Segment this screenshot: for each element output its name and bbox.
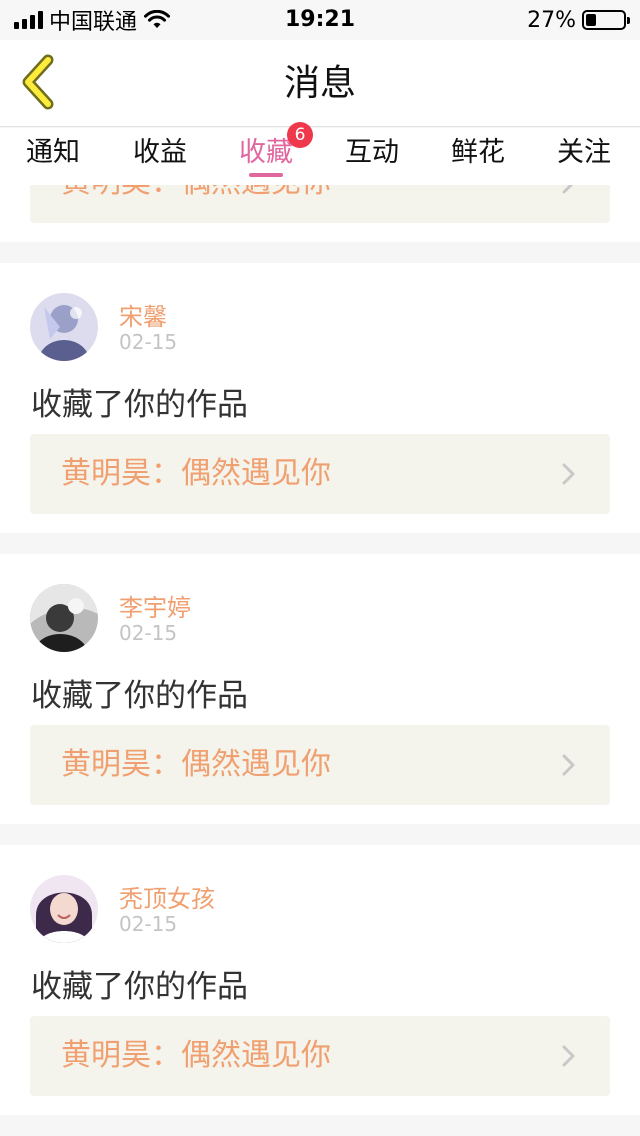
avatar-image: [30, 293, 98, 361]
tab-follows[interactable]: 关注: [539, 128, 629, 185]
user-name[interactable]: 秃顶女孩: [119, 879, 215, 914]
user-name[interactable]: 宋馨: [119, 297, 167, 332]
avatar[interactable]: [30, 293, 98, 361]
message-action: 收藏了你的作品: [31, 678, 248, 714]
battery-icon: [582, 10, 630, 30]
battery-percent: 27%: [527, 7, 576, 33]
work-link-text: 黄明昊：偶然遇见你: [61, 747, 331, 782]
avatar-image: [30, 875, 98, 943]
chevron-right-icon: [562, 185, 574, 194]
tab-label: 鲜花: [451, 137, 505, 168]
message-date: 02-15: [119, 621, 178, 645]
avatar-image: [30, 584, 98, 652]
status-bar: 中国联通 19:21 27%: [0, 0, 640, 40]
message-date: 02-15: [119, 912, 178, 936]
work-link[interactable]: 黄明昊：偶然遇见你: [30, 185, 610, 223]
tab-favorites[interactable]: 收藏 6: [221, 122, 313, 185]
message-card: 黄明昊：偶然遇见你: [0, 185, 640, 242]
tab-interactions[interactable]: 互动: [327, 128, 417, 185]
work-link[interactable]: 黄明昊：偶然遇见你: [30, 434, 610, 514]
message-card: 李宇婷 02-15 收藏了你的作品 黄明昊：偶然遇见你: [0, 554, 640, 824]
work-link[interactable]: 黄明昊：偶然遇见你: [30, 1016, 610, 1096]
tab-label: 互动: [345, 137, 399, 168]
tab-label: 收益: [133, 137, 187, 168]
message-card: 宋馨 02-15 收藏了你的作品 黄明昊：偶然遇见你: [0, 263, 640, 533]
message-date: 02-15: [119, 330, 178, 354]
tab-label: 通知: [26, 137, 80, 168]
tab-badge: 6: [287, 122, 313, 148]
tab-active-indicator: [249, 173, 283, 177]
work-link-text: 黄明昊：偶然遇见你: [61, 1038, 331, 1073]
tab-label: 关注: [557, 137, 611, 168]
message-action: 收藏了你的作品: [31, 969, 248, 1005]
battery-fill: [586, 14, 596, 26]
tab-bar: 通知 收益 收藏 6 互动 鲜花 关注: [0, 122, 640, 185]
chevron-right-icon: [562, 1045, 575, 1067]
tab-flowers[interactable]: 鲜花: [433, 128, 523, 185]
tab-notifications[interactable]: 通知: [8, 128, 98, 185]
avatar[interactable]: [30, 584, 98, 652]
message-card: 秃顶女孩 02-15 收藏了你的作品 黄明昊：偶然遇见你: [0, 845, 640, 1115]
message-action: 收藏了你的作品: [31, 387, 248, 423]
tab-earnings[interactable]: 收益: [115, 128, 205, 185]
work-link-text: 黄明昊：偶然遇见你: [61, 456, 331, 491]
chevron-right-icon: [562, 463, 575, 485]
tab-label: 收藏: [239, 137, 293, 168]
avatar[interactable]: [30, 875, 98, 943]
status-right: 27%: [527, 0, 630, 40]
work-link[interactable]: 黄明昊：偶然遇见你: [30, 725, 610, 805]
page-title: 消息: [283, 63, 356, 104]
message-list[interactable]: 黄明昊：偶然遇见你 宋馨 02-15 收藏了你的作品 黄明昊：偶然遇见你: [0, 185, 640, 1136]
work-link-text: 黄明昊：偶然遇见你: [61, 185, 331, 223]
user-name[interactable]: 李宇婷: [119, 588, 191, 623]
chevron-right-icon: [562, 754, 575, 776]
nav-bar: 消息: [0, 40, 640, 127]
